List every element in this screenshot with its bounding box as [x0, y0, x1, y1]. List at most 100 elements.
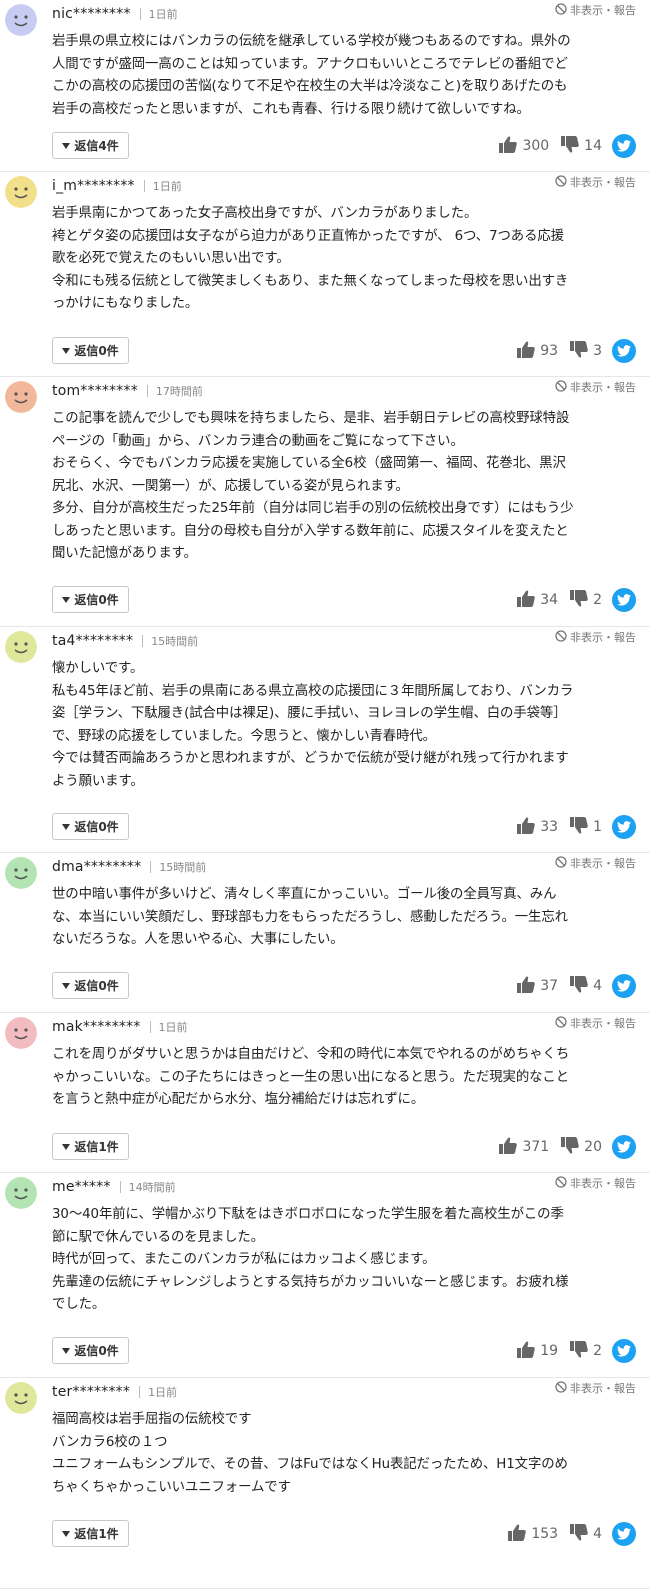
- post-time: 1日前: [148, 8, 178, 21]
- hide-report-link[interactable]: 非表示・報告: [555, 2, 636, 18]
- twitter-share-button[interactable]: [612, 339, 636, 363]
- reply-toggle-button[interactable]: 返信0件: [52, 813, 129, 840]
- reply-toggle-button[interactable]: 返信1件: [52, 1520, 129, 1547]
- dislike-count: 1: [593, 819, 602, 835]
- like-button[interactable]: 93: [517, 341, 558, 362]
- twitter-share-button[interactable]: [612, 588, 636, 612]
- dislike-button[interactable]: 3: [570, 340, 602, 362]
- reply-count-label: 返信0件: [74, 979, 119, 993]
- like-button[interactable]: 34: [517, 590, 558, 611]
- dislike-button[interactable]: 2: [570, 589, 602, 611]
- username[interactable]: i_m********: [52, 178, 135, 194]
- twitter-share-button[interactable]: [612, 134, 636, 158]
- comment-header: ta4******** 15時間前: [52, 631, 198, 651]
- like-button[interactable]: 19: [517, 1341, 558, 1362]
- twitter-share-button[interactable]: [612, 1135, 636, 1159]
- post-time: 15時間前: [151, 635, 199, 648]
- avatar[interactable]: [5, 1017, 37, 1049]
- username[interactable]: ta4********: [52, 633, 133, 649]
- comment-item: me***** 14時間前 非表示・報告 30〜40年前に、学帽かぶり下駄をはきボロボ…: [0, 1173, 650, 1378]
- hide-report-link[interactable]: 非表示・報告: [555, 1175, 636, 1191]
- hide-report-label: 非表示・報告: [570, 1177, 636, 1190]
- hide-report-label: 非表示・報告: [570, 631, 636, 644]
- dislike-count: 2: [593, 1343, 602, 1359]
- hide-report-link[interactable]: 非表示・報告: [555, 379, 636, 395]
- twitter-share-button[interactable]: [612, 1339, 636, 1363]
- avatar[interactable]: [5, 176, 37, 208]
- hide-report-link[interactable]: 非表示・報告: [555, 1380, 636, 1396]
- comment-header: tom******** 17時間前: [52, 381, 203, 401]
- reply-toggle-button[interactable]: 返信0件: [52, 337, 129, 364]
- reply-toggle-button[interactable]: 返信0件: [52, 1337, 129, 1364]
- reply-toggle-button[interactable]: 返信4件: [52, 132, 129, 159]
- comment-header: mak******** 1日前: [52, 1017, 188, 1037]
- header-divider: [142, 635, 144, 647]
- reply-toggle-button[interactable]: 返信0件: [52, 586, 129, 613]
- avatar[interactable]: [5, 4, 37, 36]
- dislike-button[interactable]: 1: [570, 816, 602, 838]
- comment-item: mak******** 1日前 非表示・報告 これを周りがダサいと思うかは自由だけど、…: [0, 1013, 650, 1173]
- twitter-share-button[interactable]: [612, 1522, 636, 1546]
- twitter-share-button[interactable]: [612, 974, 636, 998]
- like-count: 37: [540, 978, 559, 994]
- like-button[interactable]: 153: [508, 1524, 558, 1545]
- hide-report-label: 非表示・報告: [570, 176, 636, 189]
- comment-actions: 300 14: [487, 133, 636, 159]
- dislike-count: 2: [593, 592, 602, 608]
- avatar[interactable]: [5, 857, 37, 889]
- thumbs-down-icon: [570, 589, 593, 611]
- dislike-button[interactable]: 14: [561, 135, 602, 157]
- dislike-button[interactable]: 4: [570, 1523, 602, 1545]
- dislike-count: 4: [593, 1526, 602, 1542]
- avatar[interactable]: [5, 1382, 37, 1414]
- dislike-button[interactable]: 4: [570, 975, 602, 997]
- like-count: 153: [531, 1526, 559, 1542]
- username[interactable]: dma********: [52, 859, 141, 875]
- hide-report-link[interactable]: 非表示・報告: [555, 629, 636, 645]
- caret-down-icon: [62, 1347, 71, 1354]
- reply-count-label: 返信0件: [74, 344, 119, 358]
- header-divider: [143, 180, 145, 192]
- caret-down-icon: [62, 823, 71, 830]
- reply-toggle-button[interactable]: 返信1件: [52, 1133, 129, 1160]
- post-time: 17時間前: [155, 385, 203, 398]
- twitter-bird-icon: [617, 1528, 631, 1540]
- hide-report-link[interactable]: 非表示・報告: [555, 174, 636, 190]
- thumbs-down-icon: [570, 816, 593, 838]
- username[interactable]: tom********: [52, 383, 138, 399]
- username[interactable]: ter********: [52, 1384, 130, 1400]
- header-divider: [150, 861, 152, 873]
- dislike-button[interactable]: 2: [570, 1340, 602, 1362]
- username[interactable]: nic********: [52, 6, 131, 22]
- avatar[interactable]: [5, 1177, 37, 1209]
- hide-report-link[interactable]: 非表示・報告: [555, 1015, 636, 1031]
- caret-down-icon: [62, 347, 71, 354]
- like-count: 19: [540, 1343, 559, 1359]
- thumbs-up-icon: [517, 341, 540, 362]
- header-divider: [139, 8, 141, 20]
- hide-report-label: 非表示・報告: [570, 857, 636, 870]
- twitter-bird-icon: [617, 821, 631, 833]
- comment-actions: 19 2: [505, 1338, 636, 1364]
- thumbs-up-icon: [508, 1524, 531, 1545]
- dislike-button[interactable]: 20: [561, 1136, 602, 1158]
- like-button[interactable]: 37: [517, 976, 558, 997]
- like-button[interactable]: 371: [499, 1137, 549, 1158]
- hide-report-link[interactable]: 非表示・報告: [555, 855, 636, 871]
- caret-down-icon: [62, 982, 71, 989]
- comment-text: 懐かしいです。 私も45年ほど前、岩手の県南にある県立高校の応援団に３年間所属し…: [52, 661, 574, 789]
- reply-toggle-button[interactable]: 返信0件: [52, 972, 129, 999]
- comment-text: 30〜40年前に、学帽かぶり下駄をはきボロボロになった学生服を着た高校生がこの季…: [52, 1207, 569, 1312]
- comment-header: ter******** 1日前: [52, 1382, 177, 1402]
- username[interactable]: mak********: [52, 1019, 141, 1035]
- avatar[interactable]: [5, 381, 37, 413]
- comment-text: 岩手県の県立校にはバンカラの伝統を継承している学校が幾つもあるのですね。県外の …: [52, 34, 571, 117]
- like-button[interactable]: 300: [499, 136, 549, 157]
- reply-count-label: 返信1件: [74, 1527, 119, 1541]
- like-button[interactable]: 33: [517, 817, 558, 838]
- avatar[interactable]: [5, 631, 37, 663]
- twitter-share-button[interactable]: [612, 815, 636, 839]
- reply-count-label: 返信1件: [74, 1140, 119, 1154]
- like-count: 34: [540, 592, 559, 608]
- username[interactable]: me*****: [52, 1179, 111, 1195]
